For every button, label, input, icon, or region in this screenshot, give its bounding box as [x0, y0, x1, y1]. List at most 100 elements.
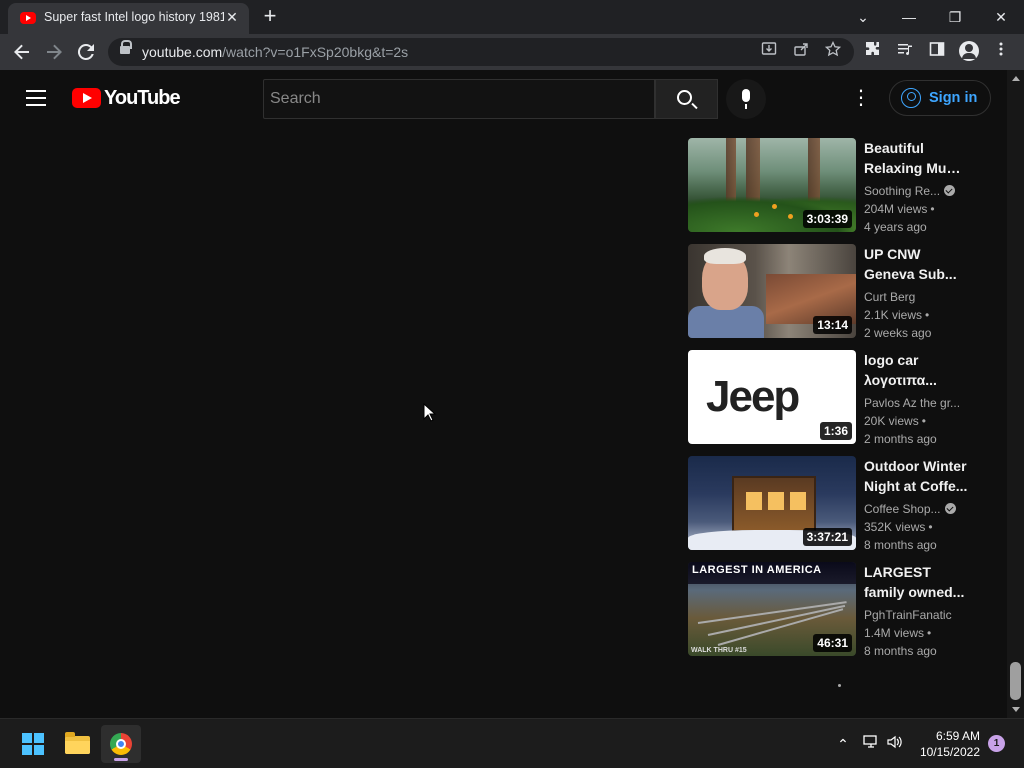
restore-button[interactable]: ❐: [943, 6, 967, 28]
browser-tab-strip: Super fast Intel logo history 1981 ✕ + ⌄…: [0, 0, 1024, 34]
video-title[interactable]: LARGEST family owned...: [864, 562, 968, 602]
tab-title: Super fast Intel logo history 1981: [44, 10, 224, 24]
network-icon[interactable]: [861, 734, 881, 754]
video-duration: 46:31: [813, 634, 852, 652]
video-thumbnail[interactable]: LARGEST IN AMERICA WALK THRU #15 46:31: [688, 562, 856, 656]
channel-name[interactable]: Pavlos Az the gr...: [864, 394, 968, 412]
video-thumbnail[interactable]: Jeep 1:36: [688, 350, 856, 444]
recommendation-item[interactable]: 3:37:21 Outdoor Winter Night at Coffe...…: [688, 456, 988, 562]
system-clock[interactable]: 6:59 AM 10/15/2022: [914, 728, 980, 760]
upload-age: 4 years ago: [864, 220, 927, 234]
lock-icon[interactable]: [120, 40, 132, 55]
side-panel-icon[interactable]: [926, 41, 948, 63]
view-count: 2.1K views •: [864, 308, 930, 322]
video-info: logo car λογοτιπα... Pavlos Az the gr...…: [864, 350, 968, 448]
new-tab-button[interactable]: +: [258, 5, 282, 29]
train-thumbnail-text: LARGEST IN AMERICA: [692, 564, 822, 576]
windows-taskbar: ⌃ 6:59 AM 10/15/2022 1: [0, 718, 1024, 768]
chrome-icon: [110, 733, 132, 755]
video-title[interactable]: logo car λογοτιπα...: [864, 350, 968, 390]
verified-check-icon: [944, 185, 956, 196]
recommendation-item[interactable]: 13:14 UP CNW Geneva Sub... Curt Berg 2.1…: [688, 244, 988, 350]
browser-toolbar: youtube.com/watch?v=o1FxSp20bkg&t=2s: [0, 34, 1024, 70]
clock-date: 10/15/2022: [919, 745, 980, 759]
upload-age: 8 months ago: [864, 538, 937, 552]
video-title[interactable]: UP CNW Geneva Sub...: [864, 244, 968, 284]
view-count: 204M views •: [864, 202, 935, 216]
chrome-taskbar-button[interactable]: [101, 725, 141, 763]
browser-tab-active[interactable]: Super fast Intel logo history 1981 ✕: [8, 3, 249, 34]
verified-check-icon: [944, 503, 956, 514]
notification-badge[interactable]: 1: [988, 735, 1005, 752]
media-queue-icon[interactable]: [894, 41, 916, 63]
youtube-play-logo-icon: [72, 88, 101, 108]
video-title[interactable]: Outdoor Winter Night at Coffe...: [864, 456, 968, 496]
account-circle-icon: [901, 88, 921, 108]
recommendation-item[interactable]: Jeep 1:36 logo car λογοτιπα... Pavlos Az…: [688, 350, 988, 456]
channel-name[interactable]: Coffee Shop...: [864, 500, 968, 518]
scrollbar-thumb[interactable]: [1010, 662, 1021, 700]
install-app-icon[interactable]: [758, 41, 780, 63]
profile-avatar-icon[interactable]: [959, 41, 979, 61]
video-duration: 1:36: [819, 422, 852, 440]
scroll-up-arrow-icon[interactable]: [1012, 76, 1020, 81]
search-button[interactable]: [655, 79, 718, 119]
channel-name[interactable]: Curt Berg: [864, 288, 968, 306]
recommendation-item[interactable]: LARGEST IN AMERICA WALK THRU #15 46:31 L…: [688, 562, 988, 668]
view-count: 1.4M views •: [864, 626, 932, 640]
sign-in-button[interactable]: Sign in: [889, 80, 991, 116]
video-info: LARGEST family owned... PghTrainFanatic …: [864, 562, 968, 660]
tab-search-icon[interactable]: ⌄: [851, 6, 875, 28]
share-icon[interactable]: [790, 41, 812, 63]
reload-icon[interactable]: [74, 40, 98, 64]
file-explorer-button[interactable]: [57, 725, 97, 763]
view-count: 20K views •: [864, 414, 926, 428]
forward-arrow-icon[interactable]: [42, 40, 66, 64]
channel-name[interactable]: Soothing Re...: [864, 182, 968, 200]
loading-spinner-dot: [838, 684, 841, 687]
upload-age: 2 weeks ago: [864, 326, 932, 340]
upload-age: 8 months ago: [864, 644, 937, 658]
back-arrow-icon[interactable]: [10, 40, 34, 64]
extensions-icon[interactable]: [862, 41, 884, 63]
video-thumbnail[interactable]: 3:03:39: [688, 138, 856, 232]
windows-logo-icon: [22, 733, 44, 755]
voice-search-button[interactable]: [726, 79, 766, 119]
recommendation-item[interactable]: 3:03:39 Beautiful Relaxing Musi... Sooth…: [688, 138, 988, 244]
video-title[interactable]: Beautiful Relaxing Musi...: [864, 138, 968, 178]
watch-page-main: 3:03:39 Beautiful Relaxing Musi... Sooth…: [0, 126, 1007, 718]
view-count: 352K views •: [864, 520, 933, 534]
close-window-button[interactable]: ✕: [989, 6, 1013, 28]
page-scrollbar[interactable]: [1007, 70, 1024, 718]
browser-menu-icon[interactable]: [990, 41, 1012, 63]
volume-icon[interactable]: [885, 734, 905, 754]
url-text[interactable]: youtube.com/watch?v=o1FxSp20bkg&t=2s: [142, 44, 408, 60]
sign-in-label: Sign in: [929, 90, 978, 106]
youtube-logo-text: YouTube: [104, 87, 181, 109]
search-input[interactable]: [264, 80, 654, 118]
minimize-button[interactable]: —: [897, 6, 921, 28]
clock-time: 6:59 AM: [935, 729, 980, 743]
video-thumbnail[interactable]: 3:37:21: [688, 456, 856, 550]
recommendations-list: 3:03:39 Beautiful Relaxing Musi... Sooth…: [688, 138, 988, 668]
video-thumbnail[interactable]: 13:14: [688, 244, 856, 338]
start-button[interactable]: [12, 725, 52, 763]
channel-name[interactable]: PghTrainFanatic: [864, 606, 968, 624]
scroll-down-arrow-icon[interactable]: [1012, 707, 1020, 712]
folder-icon: [65, 732, 90, 754]
video-duration: 3:03:39: [802, 210, 852, 228]
tab-close-icon[interactable]: ✕: [223, 8, 241, 26]
search-input-container: [263, 79, 655, 119]
search-icon: [677, 90, 692, 105]
microphone-icon: [742, 89, 750, 109]
video-info: Beautiful Relaxing Musi... Soothing Re..…: [864, 138, 968, 236]
youtube-logo[interactable]: YouTube: [72, 87, 181, 109]
tray-chevron-icon[interactable]: ⌃: [833, 734, 853, 754]
active-app-indicator: [114, 758, 128, 761]
youtube-favicon-icon: [20, 12, 36, 24]
more-options-icon[interactable]: ⋮: [851, 88, 871, 108]
address-bar[interactable]: youtube.com/watch?v=o1FxSp20bkg&t=2s: [108, 38, 854, 66]
hamburger-menu-icon[interactable]: [26, 90, 46, 106]
bookmark-star-icon[interactable]: [822, 40, 844, 63]
video-duration: 3:37:21: [802, 528, 852, 546]
